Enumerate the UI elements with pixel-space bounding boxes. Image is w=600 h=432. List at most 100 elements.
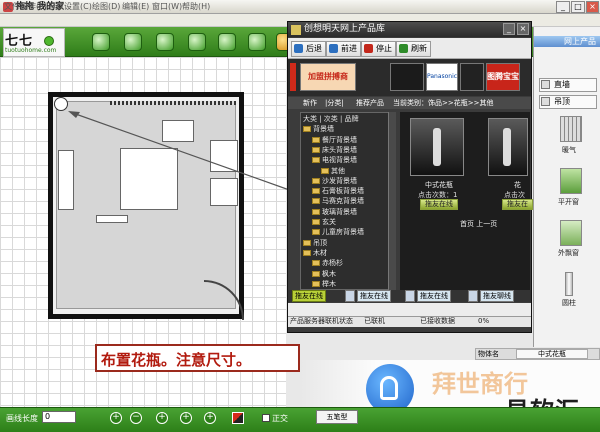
cycle-icon[interactable]	[218, 33, 236, 51]
banner-ad-2[interactable]	[390, 63, 424, 91]
line-length-label: 画线长度	[6, 414, 38, 423]
bay-window-label: 外飘窗	[558, 249, 579, 257]
furniture-bench[interactable]	[96, 215, 128, 223]
tree-item[interactable]: 玻璃背景墙	[312, 207, 357, 217]
radiator-icon[interactable]	[560, 116, 582, 142]
pan-icon[interactable]: +	[180, 412, 192, 424]
box-icon[interactable]	[156, 33, 174, 51]
folder-icon	[312, 229, 320, 236]
tree-item[interactable]: 餐厅背景墙	[312, 135, 357, 145]
home-icon[interactable]	[92, 33, 110, 51]
ime-indicator[interactable]: 五笔型	[316, 410, 358, 424]
banner-ad-4[interactable]	[460, 63, 484, 91]
user-avatar-icon	[345, 290, 355, 302]
product-name-2: 花	[514, 181, 521, 189]
tree-item[interactable]: 榉木	[312, 279, 336, 289]
casement-window-icon[interactable]	[560, 168, 582, 194]
tree-item-label: 背景墙	[313, 125, 334, 134]
column-icon[interactable]	[565, 272, 573, 296]
pager[interactable]: 首页 上一页	[460, 219, 497, 229]
user-chip-1[interactable]: 拖友在线	[292, 290, 326, 302]
menu-settings[interactable]: 参数设置(C)	[48, 1, 92, 12]
tab-category[interactable]: |分类|	[325, 97, 344, 109]
tree-item[interactable]: 赤杨杉	[312, 258, 343, 268]
tab-new[interactable]: 新作	[303, 97, 317, 109]
book-icon[interactable]	[124, 33, 142, 51]
banner-ad[interactable]: 加盟拼搏商	[300, 63, 356, 91]
menu-file[interactable]: 文件操作(F)	[4, 1, 47, 12]
banner-ad-panasonic[interactable]: Panasonic	[426, 63, 458, 91]
column-label: 圆柱	[562, 299, 576, 307]
folder-icon	[312, 177, 320, 184]
folder-icon	[312, 208, 320, 215]
tree-item[interactable]: 玄关	[312, 217, 336, 227]
wall-icon	[541, 80, 550, 89]
product-name: 中式花瓶	[425, 181, 453, 189]
bay-window-icon[interactable]	[560, 220, 582, 246]
right-panel-title: 网上产品	[534, 36, 600, 47]
tree-item[interactable]: 背景墙	[303, 124, 334, 134]
tree-item[interactable]: 电视背景墙	[312, 155, 357, 165]
tree-item-label: 木材	[313, 248, 327, 257]
menu-draw[interactable]: 绘图(D)	[92, 1, 120, 12]
color-picker-icon[interactable]	[232, 412, 244, 424]
product-minimize-button[interactable]: _	[503, 23, 515, 35]
banner-ad-totem[interactable]: 图腾宝宝	[486, 63, 520, 91]
vase-shape-2	[503, 128, 511, 166]
menu-help[interactable]: 帮助(H)	[182, 1, 210, 12]
user-avatar-icon-2	[405, 290, 415, 302]
tree-item[interactable]: 木材	[303, 248, 327, 258]
folder-icon	[303, 249, 311, 256]
folder-icon	[312, 198, 320, 205]
product-window-icon	[291, 25, 301, 35]
folder-icon	[312, 146, 320, 153]
product-online-button[interactable]: 拖友在线	[420, 199, 458, 210]
zoom-out-icon[interactable]: −	[130, 412, 142, 424]
tree-scrollbar[interactable]	[388, 112, 396, 290]
tree-item-label: 其他	[331, 166, 345, 175]
minimize-button[interactable]: _	[556, 1, 570, 13]
property-value[interactable]: 中式花瓶	[516, 349, 588, 359]
refresh-icon[interactable]	[188, 33, 206, 51]
status-bar	[0, 407, 600, 432]
user-chip-2[interactable]: 拖友在线	[357, 290, 391, 302]
tree-item-label: 床头背景墙	[322, 145, 357, 154]
data-status: 已接收数据	[420, 317, 455, 325]
line-length-input[interactable]: 0	[42, 411, 76, 423]
user-chip-3[interactable]: 拖友在线	[417, 290, 451, 302]
casement-window-label: 平开窗	[558, 198, 579, 206]
tree-item-label: 吊顶	[313, 238, 327, 247]
progress-percent: 0%	[478, 317, 490, 325]
radiator-label: 暖气	[562, 146, 576, 154]
tree-item[interactable]: 石膏板背景墙	[312, 186, 364, 196]
menu-window[interactable]: 窗口(W)	[152, 1, 182, 12]
tree-item[interactable]: 大类 | 次类 | 品牌	[303, 114, 359, 124]
rotate-icon[interactable]: +	[204, 412, 216, 424]
zoom-in-icon[interactable]: +	[110, 412, 122, 424]
product-online-button-2[interactable]: 拖友在	[502, 199, 533, 210]
forward-arrow-icon	[329, 44, 338, 53]
tab-recommended[interactable]: 推荐产品	[356, 97, 384, 109]
move-icon[interactable]: +	[156, 412, 168, 424]
caption-text: 布置花瓶。注意尺寸。	[101, 351, 252, 369]
tree-item[interactable]: 沙发背景墙	[312, 176, 357, 186]
user-chip-4[interactable]: 拖友聊线	[480, 290, 514, 302]
check-icon[interactable]	[248, 33, 266, 51]
tree-item[interactable]: 吊顶	[303, 238, 327, 248]
vase-shape	[433, 128, 441, 166]
tree-item[interactable]: 枫木	[312, 269, 336, 279]
folder-icon	[312, 280, 320, 287]
logo-dot-icon	[44, 36, 54, 46]
tree-item[interactable]: 床头背景墙	[312, 145, 357, 155]
tree-item-label: 石膏板背景墙	[322, 187, 364, 196]
tree-item-label: 电视背景墙	[322, 156, 357, 165]
maximize-button[interactable]: □	[571, 1, 585, 13]
product-close-button[interactable]: ×	[517, 23, 529, 35]
tree-item[interactable]: 儿童房背景墙	[312, 227, 364, 237]
property-key: 物体名	[478, 350, 499, 358]
tree-item[interactable]: 其他	[321, 166, 345, 176]
tree-item[interactable]: 马赛克背景墙	[312, 196, 364, 206]
menu-edit[interactable]: 编辑(E)	[122, 1, 149, 12]
orthogonal-checkbox[interactable]	[262, 414, 270, 422]
close-button[interactable]: ×	[586, 1, 599, 13]
